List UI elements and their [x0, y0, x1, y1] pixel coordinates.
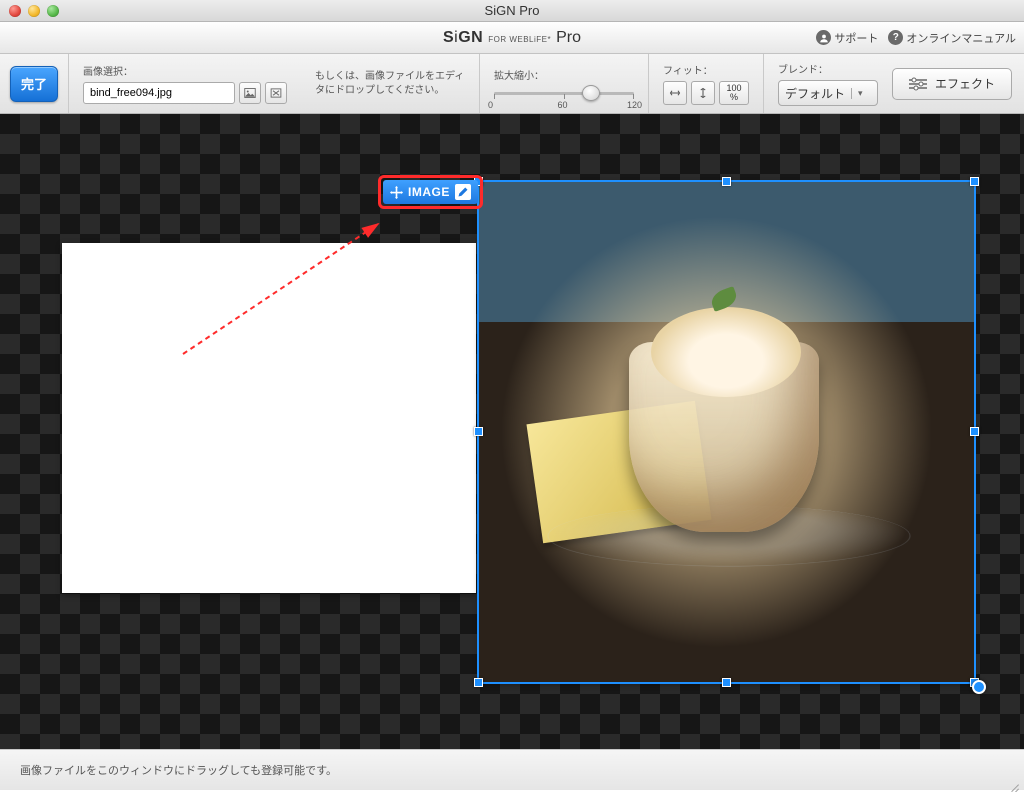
window-titlebar: SiGN Pro — [0, 0, 1024, 22]
blend-value: デフォルト — [785, 85, 845, 102]
editor-canvas[interactable]: IMAGE — [0, 114, 1024, 750]
image-select-group: 画像選択： — [68, 54, 301, 113]
blend-select[interactable]: デフォルト ▾ — [778, 80, 878, 106]
effect-button[interactable]: エフェクト — [892, 68, 1012, 100]
zoom-slider[interactable]: 0 60 120 — [494, 86, 634, 100]
edit-image-button[interactable] — [455, 184, 471, 200]
fit-horizontal-icon — [669, 87, 681, 99]
user-icon — [816, 30, 831, 45]
zoom-label: 拡大縮小： — [494, 67, 634, 82]
fit-vertical-icon — [697, 87, 709, 99]
blend-label: ブレンド： — [778, 61, 878, 76]
brand-name: SiGN — [443, 29, 483, 47]
status-text: 画像ファイルをこのウィンドウにドラッグしても登録可能です。 — [20, 762, 337, 778]
fit-horizontal-button[interactable] — [663, 81, 687, 105]
brand-subtitle: FOR WEBLiFE* — [488, 35, 551, 44]
zoom-slider-thumb[interactable] — [582, 85, 600, 101]
blend-group: ブレンド： デフォルト ▾ — [763, 54, 892, 113]
sliders-icon — [909, 77, 927, 91]
help-icon: ? — [888, 30, 903, 45]
fit-group: フィット： 100 % — [648, 54, 763, 113]
brand-logo: SiGN FOR WEBLiFE* Pro — [443, 29, 581, 47]
zoom-tick-mid: 60 — [558, 100, 568, 110]
fit-label: フィット： — [663, 62, 749, 77]
window-title: SiGN Pro — [0, 3, 1024, 18]
status-bar: 画像ファイルをこのウィンドウにドラッグしても登録可能です。 — [0, 750, 1024, 790]
pencil-icon — [457, 186, 469, 198]
clear-icon — [270, 87, 282, 99]
clear-image-button[interactable] — [265, 82, 287, 104]
browse-image-button[interactable] — [239, 82, 261, 104]
zoom-tick-max: 120 — [627, 100, 642, 110]
picture-icon — [244, 87, 256, 99]
image-tag-callout: IMAGE — [378, 175, 483, 209]
manual-link[interactable]: ? オンラインマニュアル — [888, 30, 1016, 46]
brand-suffix: Pro — [556, 29, 581, 47]
fit-100pct-button[interactable]: 100 % — [719, 81, 749, 105]
image-tag-label: IMAGE — [408, 185, 450, 199]
zoom-tick-min: 0 — [488, 100, 493, 110]
chevron-down-icon: ▾ — [851, 88, 863, 99]
support-link[interactable]: サポート — [816, 30, 878, 46]
image-tag[interactable]: IMAGE — [383, 180, 478, 204]
rotate-handle[interactable] — [972, 680, 986, 694]
done-button[interactable]: 完了 — [10, 66, 58, 102]
window-resize-grip[interactable] — [1006, 772, 1020, 786]
main-toolbar: 完了 画像選択： もしくは、画像ファイルをエディタにドロップしてください。 拡大… — [0, 54, 1024, 114]
drop-hint-text: もしくは、画像ファイルをエディタにドロップしてください。 — [315, 70, 465, 98]
zoom-group: 拡大縮小： 0 60 120 — [479, 54, 648, 113]
brand-bar: SiGN FOR WEBLiFE* Pro サポート ? オンラインマニュアル — [0, 22, 1024, 54]
fit-vertical-button[interactable] — [691, 81, 715, 105]
hint-group: もしくは、画像ファイルをエディタにドロップしてください。 — [301, 54, 479, 113]
annotation-arrow — [183, 214, 403, 354]
image-select-label: 画像選択： — [83, 63, 287, 78]
filename-input[interactable] — [83, 82, 235, 104]
placed-image[interactable] — [479, 182, 974, 682]
move-icon — [390, 186, 403, 199]
